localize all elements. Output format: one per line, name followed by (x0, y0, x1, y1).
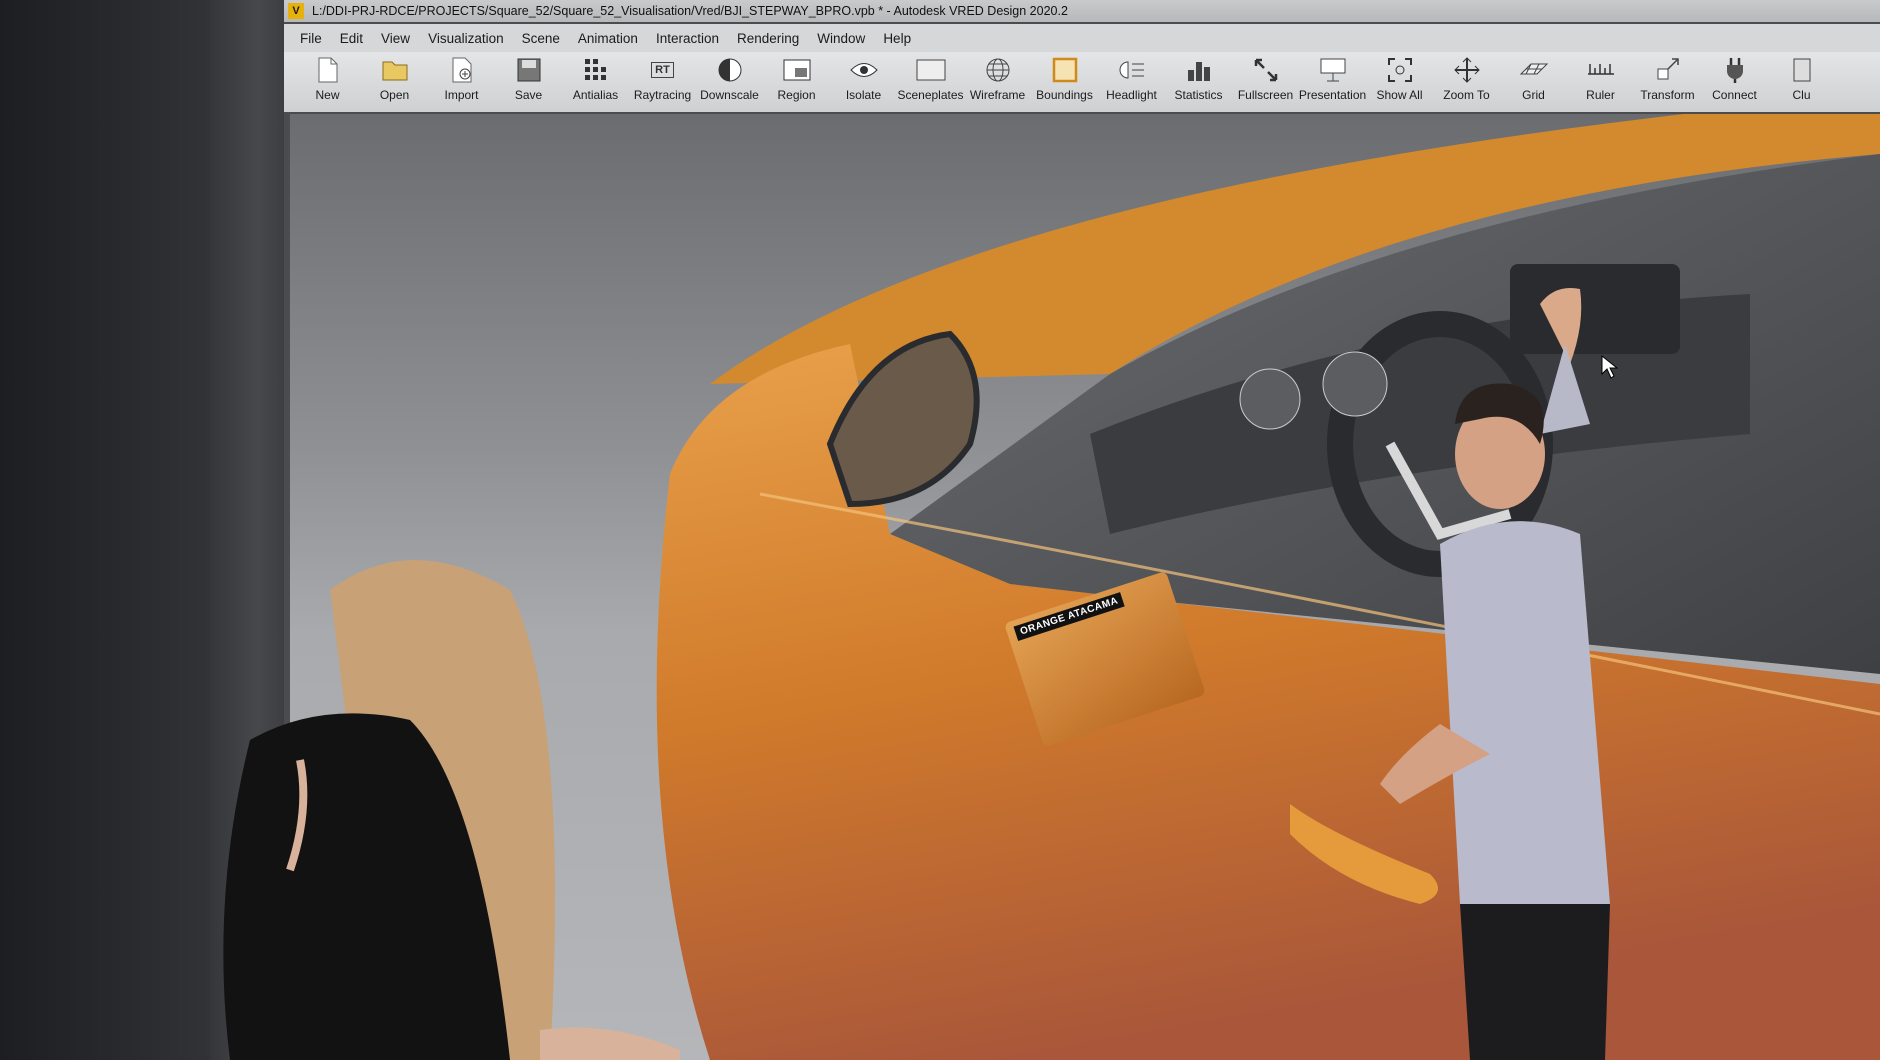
man-trousers (1460, 904, 1610, 1060)
presentation-button[interactable]: Presentation (1299, 52, 1366, 110)
presentation-icon (1318, 56, 1348, 84)
headlight-icon (1117, 56, 1147, 84)
downscale-button[interactable]: Downscale (696, 52, 763, 110)
antialias-button[interactable]: Antialias (562, 52, 629, 110)
cluster-button[interactable]: Clu (1768, 52, 1835, 110)
raytracing-button[interactable]: RT Raytracing (629, 52, 696, 110)
import-icon (447, 56, 477, 84)
open-label: Open (379, 88, 410, 102)
room-wall (0, 0, 210, 1060)
menu-help[interactable]: Help (883, 31, 911, 46)
wireframe-label: Wireframe (969, 88, 1026, 102)
ruler-label: Ruler (1586, 88, 1615, 102)
show-all-button[interactable]: Show All (1366, 52, 1433, 110)
import-label: Import (444, 88, 479, 102)
window-title: L:/DDI-PRJ-RDCE/PROJECTS/Square_52/Squar… (312, 4, 1068, 18)
sceneplates-icon (916, 56, 946, 84)
save-icon (514, 56, 544, 84)
grid-label: Grid (1522, 88, 1545, 102)
isolate-button[interactable]: Isolate (830, 52, 897, 110)
save-label: Save (514, 88, 543, 102)
region-icon (782, 56, 812, 84)
menu-interaction[interactable]: Interaction (656, 31, 719, 46)
presenter-man (1380, 288, 1610, 1060)
connect-label: Connect (1712, 88, 1757, 102)
menu-edit[interactable]: Edit (340, 31, 363, 46)
sceneplates-button[interactable]: Sceneplates (897, 52, 964, 110)
presentation-label: Presentation (1298, 88, 1367, 102)
fullscreen-icon (1251, 56, 1281, 84)
raised-hand (1540, 288, 1582, 364)
save-button[interactable]: Save (495, 52, 562, 110)
isolate-label: Isolate (845, 88, 882, 102)
menu-scene[interactable]: Scene (522, 31, 560, 46)
boundings-label: Boundings (1036, 88, 1093, 102)
menu-visualization[interactable]: Visualization (428, 31, 504, 46)
window-titlebar: V L:/DDI-PRJ-RDCE/PROJECTS/Square_52/Squ… (284, 0, 1880, 22)
statistics-label: Statistics (1174, 88, 1223, 102)
menu-animation[interactable]: Animation (578, 31, 638, 46)
downscale-label: Downscale (700, 88, 759, 102)
wireframe-button[interactable]: Wireframe (964, 52, 1031, 110)
fullscreen-button[interactable]: Fullscreen (1232, 52, 1299, 110)
fullscreen-label: Fullscreen (1237, 88, 1294, 102)
antialias-label: Antialias (572, 88, 619, 102)
menu-bar: File Edit View Visualization Scene Anima… (284, 24, 1880, 52)
zoom-to-label: Zoom To (1443, 88, 1490, 102)
headlight-label: Headlight (1106, 88, 1157, 102)
open-button[interactable]: Open (361, 52, 428, 110)
zoom-to-button[interactable]: Zoom To (1433, 52, 1500, 110)
statistics-button[interactable]: Statistics (1165, 52, 1232, 110)
show-all-icon (1385, 56, 1415, 84)
transform-icon (1653, 56, 1683, 84)
zoom-to-icon (1452, 56, 1482, 84)
transform-label: Transform (1640, 88, 1695, 102)
boundings-box-icon (1050, 56, 1080, 84)
grid-button[interactable]: Grid (1500, 52, 1567, 110)
main-toolbar: New Open Import Save Antialias RT Raytra… (284, 52, 1880, 112)
downscale-icon (715, 56, 745, 84)
cluster-label: Clu (1792, 88, 1811, 102)
menu-view[interactable]: View (381, 31, 410, 46)
menu-file[interactable]: File (300, 31, 322, 46)
import-button[interactable]: Import (428, 52, 495, 110)
menu-rendering[interactable]: Rendering (737, 31, 799, 46)
sceneplates-label: Sceneplates (897, 88, 964, 102)
cluster-icon (1787, 56, 1817, 84)
boundings-button[interactable]: Boundings (1031, 52, 1098, 110)
new-document-icon (313, 56, 343, 84)
viewer-woman (223, 560, 680, 1060)
statistics-icon (1184, 56, 1214, 84)
man-shirt (1440, 521, 1610, 919)
region-button[interactable]: Region (763, 52, 830, 110)
gauge-right (1322, 351, 1388, 417)
vred-app-icon: V (288, 3, 304, 19)
new-label: New (315, 88, 340, 102)
wireframe-globe-icon (983, 56, 1013, 84)
transform-button[interactable]: Transform (1634, 52, 1701, 110)
show-all-label: Show All (1376, 88, 1423, 102)
antialias-icon (581, 56, 611, 84)
headlight-button[interactable]: Headlight (1098, 52, 1165, 110)
ruler-button[interactable]: Ruler (1567, 52, 1634, 110)
woman-hand (540, 1027, 680, 1060)
connect-plug-icon (1720, 56, 1750, 84)
folder-open-icon (380, 56, 410, 84)
new-button[interactable]: New (294, 52, 361, 110)
menu-window[interactable]: Window (817, 31, 865, 46)
connect-button[interactable]: Connect (1701, 52, 1768, 110)
raytracing-label: Raytracing (633, 88, 692, 102)
isolate-eye-icon (849, 56, 879, 84)
grid-icon (1519, 56, 1549, 84)
region-label: Region (777, 88, 816, 102)
gauge-left (1239, 368, 1301, 430)
raytracing-icon: RT (648, 56, 678, 84)
ruler-icon (1586, 56, 1616, 84)
